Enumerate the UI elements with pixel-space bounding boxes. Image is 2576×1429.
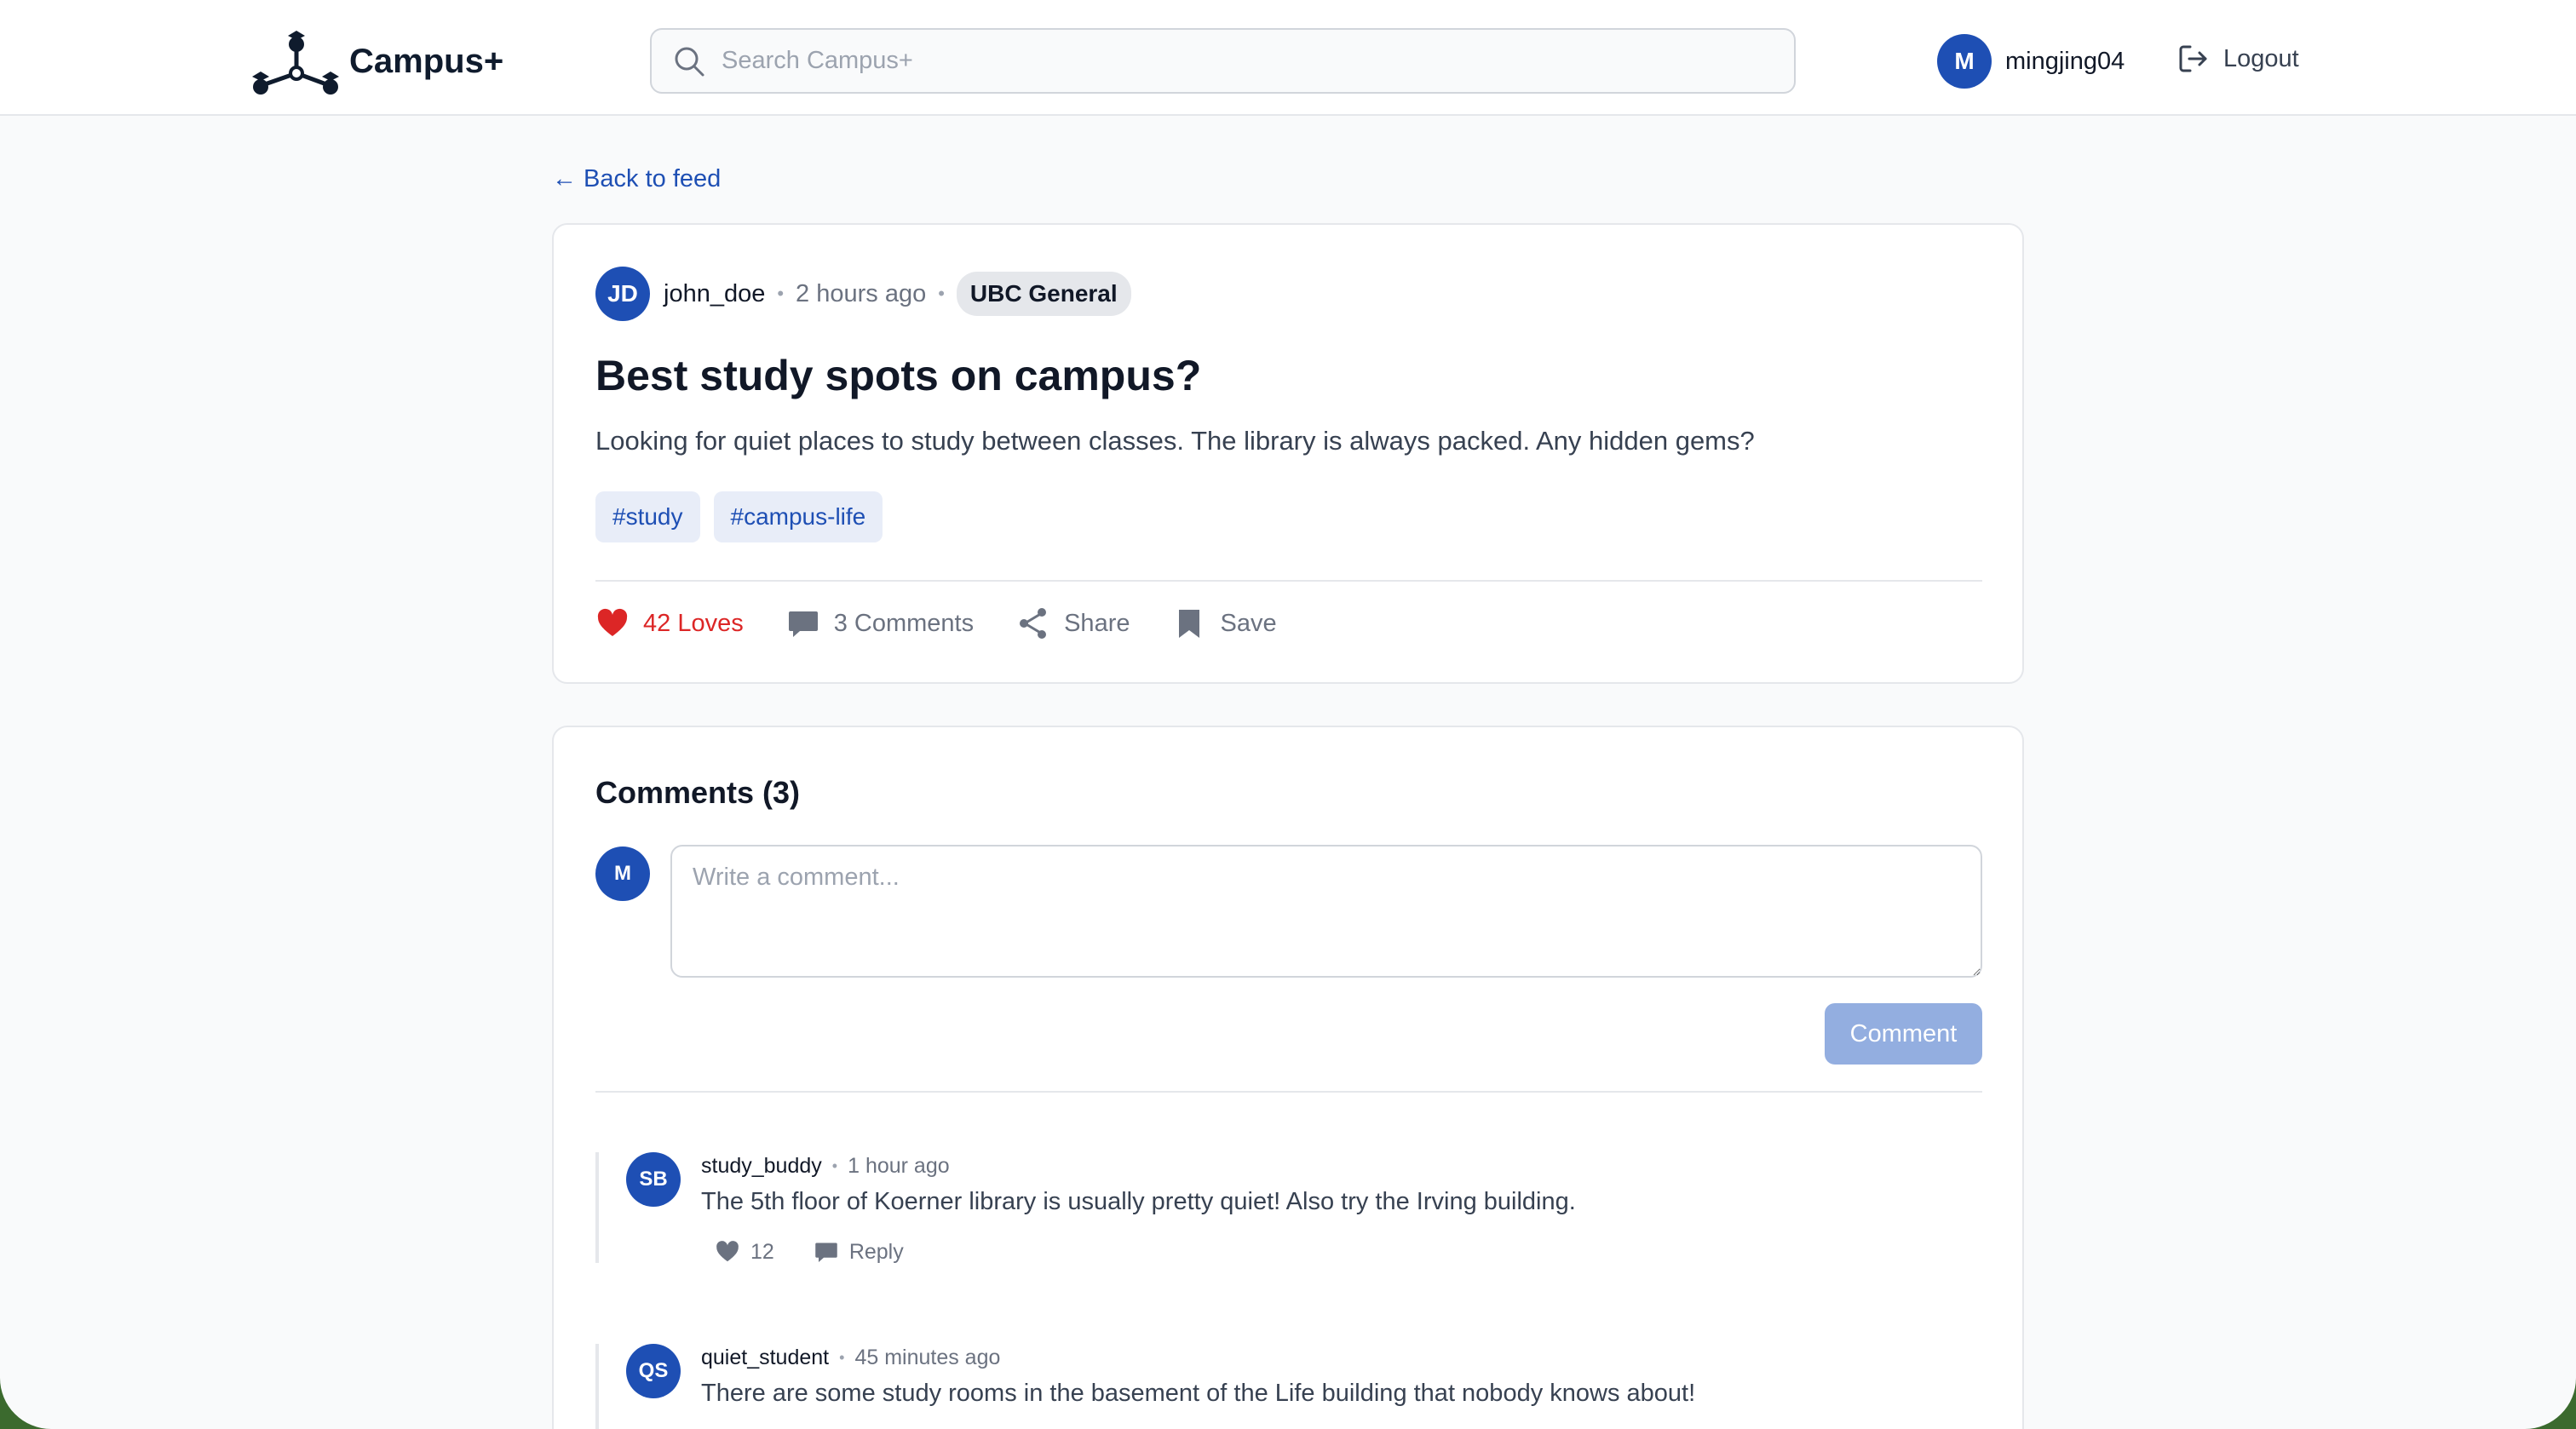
post-body: Looking for quiet places to study betwee…	[595, 426, 1755, 456]
comment-like-button[interactable]: 12	[715, 1239, 774, 1265]
comment-time: 45 minutes ago	[854, 1345, 1001, 1369]
app-window: Campus+ M mingjing04 Logout ← Back to fe…	[0, 0, 2576, 1429]
comment-reply-label: Reply	[848, 1239, 904, 1264]
love-count: 42 Loves	[643, 609, 744, 637]
avatar: M	[1937, 34, 1992, 89]
user-menu[interactable]: M mingjing04	[1937, 34, 2125, 89]
post-author[interactable]: john_doe	[664, 280, 765, 308]
comment-time: 1 hour ago	[848, 1153, 950, 1178]
back-to-feed-link[interactable]: ← Back to feed	[552, 165, 721, 193]
comment-header: quiet_student • 45 minutes ago	[701, 1344, 1000, 1371]
post-tags: #study #campus-life	[595, 491, 883, 542]
comment-author[interactable]: quiet_student	[701, 1346, 829, 1370]
separator-dot: •	[938, 283, 945, 304]
avatar: M	[595, 846, 650, 901]
comment-icon	[788, 611, 818, 637]
comment-item: SB study_buddy • 1 hour ago The 5th floo…	[595, 1152, 1982, 1265]
app-name: Campus+	[349, 42, 504, 80]
separator-dot: •	[839, 1348, 845, 1366]
comment-like-count: 12	[750, 1239, 774, 1264]
search-icon	[675, 47, 704, 76]
logout-icon	[2179, 45, 2207, 72]
comment-actions: 12 Reply	[715, 1239, 943, 1265]
post-card: JD john_doe • 2 hours ago • UBC General …	[552, 223, 2024, 684]
comment-input[interactable]	[670, 845, 1982, 978]
comments-button[interactable]: 3 Comments	[786, 606, 974, 640]
reply-icon	[815, 1242, 837, 1262]
community-badge[interactable]: UBC General	[956, 272, 1131, 316]
post-actions: 42 Loves 3 Comments Share Save	[595, 606, 1320, 640]
tag-study[interactable]: #study	[595, 491, 700, 542]
post-meta: JD john_doe • 2 hours ago • UBC General	[595, 267, 1131, 321]
comment-header: study_buddy • 1 hour ago	[701, 1152, 950, 1179]
logout-button[interactable]: Logout	[2177, 43, 2299, 75]
username: mingjing04	[2005, 47, 2125, 75]
logo[interactable]: Campus+	[250, 26, 503, 97]
save-label: Save	[1220, 609, 1277, 637]
share-label: Share	[1064, 609, 1130, 637]
comment-count: 3 Comments	[833, 609, 975, 637]
post-title: Best study spots on campus?	[595, 352, 1202, 399]
comment-reply-button[interactable]: Reply	[814, 1239, 904, 1265]
bookmark-icon	[1179, 610, 1200, 638]
submit-comment-button[interactable]: Comment	[1825, 1003, 1982, 1065]
post-time: 2 hours ago	[796, 279, 927, 307]
campus-logo-icon	[252, 31, 339, 95]
heart-icon	[716, 1241, 739, 1262]
top-header: Campus+ M mingjing04 Logout	[0, 0, 2576, 116]
share-button[interactable]: Share	[1016, 606, 1130, 640]
comment-item: QS quiet_student • 45 minutes ago There …	[595, 1344, 1982, 1429]
separator-dot: •	[831, 1156, 838, 1174]
save-button[interactable]: Save	[1172, 606, 1277, 640]
share-icon	[1020, 608, 1047, 639]
post-author-avatar[interactable]: JD	[595, 267, 650, 321]
tag-campus-life[interactable]: #campus-life	[713, 491, 883, 542]
comment-text: There are some study rooms in the baseme…	[701, 1380, 1696, 1407]
comment-avatar[interactable]: SB	[626, 1152, 681, 1207]
comment-avatar[interactable]: QS	[626, 1344, 681, 1398]
logout-label: Logout	[2223, 44, 2299, 72]
divider	[595, 1091, 1982, 1093]
comments-heading: Comments (3)	[595, 775, 801, 810]
search-bar[interactable]	[650, 28, 1796, 94]
comment-author[interactable]: study_buddy	[701, 1154, 822, 1179]
search-input[interactable]	[722, 47, 1744, 75]
comment-text: The 5th floor of Koerner library is usua…	[701, 1188, 1576, 1215]
separator-dot: •	[777, 283, 785, 304]
love-button[interactable]: 42 Loves	[595, 606, 744, 640]
heart-icon	[597, 608, 628, 636]
comments-card: Comments (3) M Comment SB study_buddy • …	[552, 726, 2024, 1429]
divider	[595, 580, 1982, 582]
